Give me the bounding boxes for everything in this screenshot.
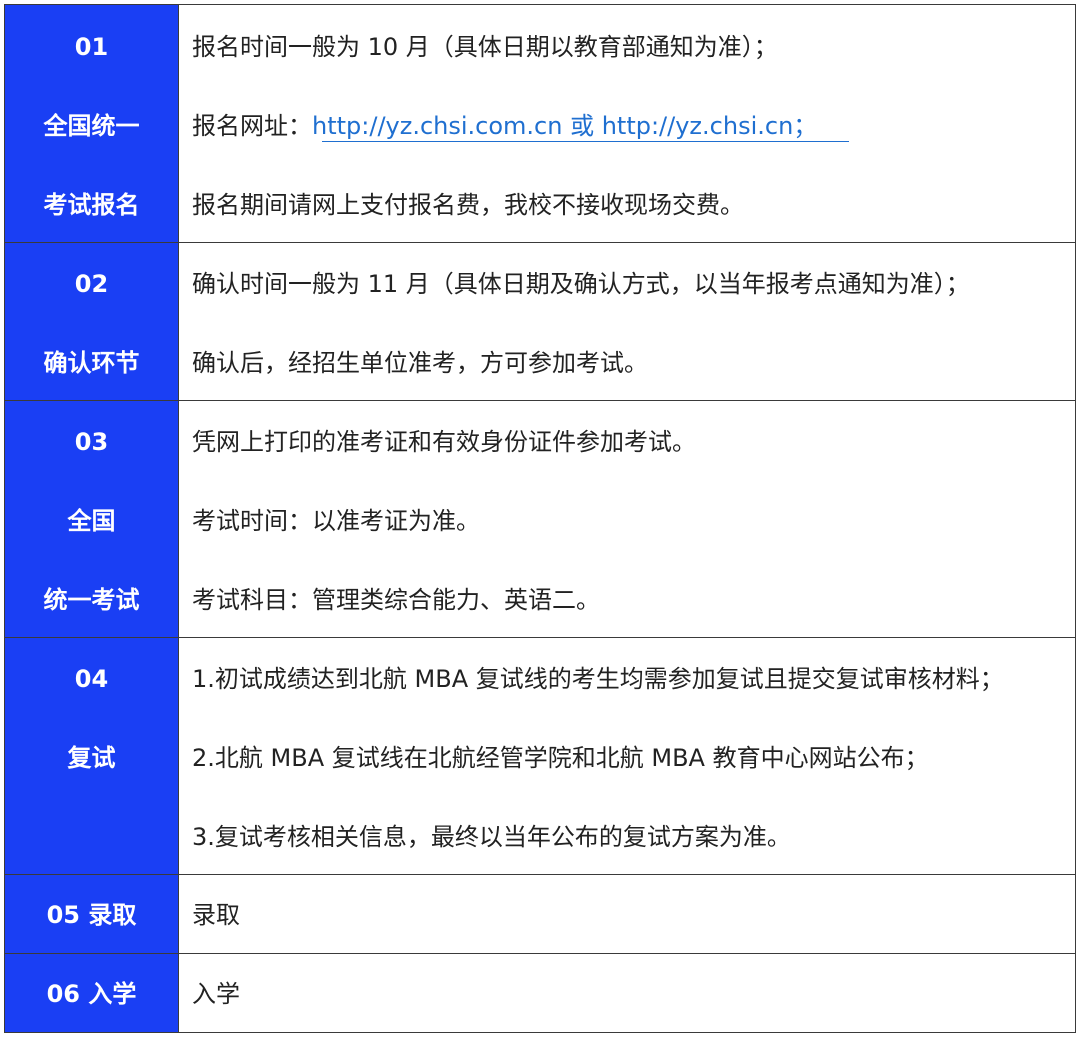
row-label-line: 06 入学 — [46, 980, 137, 1008]
row-label-line: 考试报名 — [43, 191, 140, 219]
row-content-02: 确认时间一般为 11 月（具体日期及确认方式，以当年报考点通知为准）； 确认后，… — [179, 243, 1075, 400]
row-label-line: 05 录取 — [46, 901, 137, 929]
confirmation-time-text: 确认时间一般为 11 月（具体日期及确认方式，以当年报考点通知为准）； — [192, 270, 970, 298]
exam-subjects-text: 考试科目：管理类综合能力、英语二。 — [192, 586, 600, 614]
row-label-line: 04 — [74, 665, 109, 693]
link-underline — [322, 141, 849, 142]
registration-time-text: 报名时间一般为 10 月（具体日期以教育部通知为准）； — [192, 33, 778, 61]
row-label-line: 统一考试 — [43, 586, 140, 614]
row-label-02: 02 确认环节 — [5, 243, 179, 400]
row-content-06: 入学 — [179, 954, 1075, 1032]
row-content-01: 报名时间一般为 10 月（具体日期以教育部通知为准）； 报名网址：http://… — [179, 5, 1075, 242]
retest-line-announcement-text: 2.北航 MBA 复试线在北航经管学院和北航 MBA 教育中心网站公布； — [192, 744, 929, 772]
registration-url-link[interactable]: http://yz.chsi.com.cn 或 http://yz.chsi.c… — [312, 112, 817, 140]
table-row-03: 03 全国 统一考试 凭网上打印的准考证和有效身份证件参加考试。 考试时间：以准… — [5, 401, 1075, 638]
table-row-01: 01 全国统一 考试报名 报名时间一般为 10 月（具体日期以教育部通知为准）；… — [5, 5, 1075, 243]
row-label-line: 02 — [74, 270, 109, 298]
row-label-01: 01 全国统一 考试报名 — [5, 5, 179, 242]
process-table: 01 全国统一 考试报名 报名时间一般为 10 月（具体日期以教育部通知为准）；… — [4, 4, 1076, 1033]
row-label-05: 05 录取 — [5, 875, 179, 953]
row-label-03: 03 全国 统一考试 — [5, 401, 179, 637]
row-label-line: 确认环节 — [43, 349, 140, 377]
enrollment-text: 入学 — [192, 980, 240, 1008]
exam-time-text: 考试时间：以准考证为准。 — [192, 507, 480, 535]
registration-url-prefix: 报名网址： — [192, 112, 312, 140]
admission-text: 录取 — [192, 901, 240, 929]
row-label-line: 01 — [74, 33, 109, 61]
table-row-05: 05 录取 录取 — [5, 875, 1075, 954]
table-row-06: 06 入学 入学 — [5, 954, 1075, 1032]
retest-plan-text: 3.复试考核相关信息，最终以当年公布的复试方案为准。 — [192, 823, 791, 851]
row-label-line: 全国 — [67, 507, 116, 535]
row-content-03: 凭网上打印的准考证和有效身份证件参加考试。 考试时间：以准考证为准。 考试科目：… — [179, 401, 1075, 637]
registration-url-line: 报名网址：http://yz.chsi.com.cn 或 http://yz.c… — [192, 111, 817, 141]
confirmation-note-text: 确认后，经招生单位准考，方可参加考试。 — [192, 349, 648, 377]
row-label-line: 复试 — [67, 744, 116, 772]
exam-admission-text: 凭网上打印的准考证和有效身份证件参加考试。 — [192, 428, 696, 456]
row-label-line: 全国统一 — [43, 112, 140, 140]
row-label-04: 04 复试 — [5, 638, 179, 874]
row-content-05: 录取 — [179, 875, 1075, 953]
row-label-06: 06 入学 — [5, 954, 179, 1032]
row-content-04: 1.初试成绩达到北航 MBA 复试线的考生均需参加复试且提交复试审核材料； 2.… — [179, 638, 1075, 874]
table-row-02: 02 确认环节 确认时间一般为 11 月（具体日期及确认方式，以当年报考点通知为… — [5, 243, 1075, 401]
retest-requirement-text: 1.初试成绩达到北航 MBA 复试线的考生均需参加复试且提交复试审核材料； — [192, 665, 1004, 693]
row-label-line: 03 — [74, 428, 109, 456]
table-row-04: 04 复试 1.初试成绩达到北航 MBA 复试线的考生均需参加复试且提交复试审核… — [5, 638, 1075, 875]
registration-fee-text: 报名期间请网上支付报名费，我校不接收现场交费。 — [192, 191, 744, 219]
